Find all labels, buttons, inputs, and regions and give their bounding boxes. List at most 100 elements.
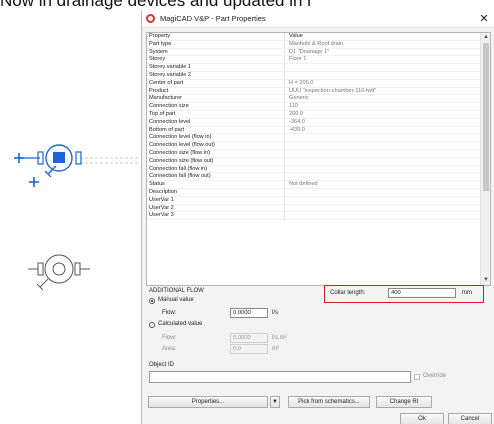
property-name: Storey variable 2 [147,71,285,79]
property-row[interactable]: Storey Floor 1 [147,56,482,65]
property-row[interactable]: UserVar 2 [147,204,482,213]
property-name: Center of part [147,79,285,87]
property-value[interactable]: Manhole & Roof drain [285,41,482,48]
property-row[interactable]: Connection size (flow out) [147,157,482,166]
property-value[interactable]: -364.0 [285,119,482,126]
property-name: Bottom of part [147,126,285,134]
property-value[interactable] [285,212,482,219]
property-row[interactable]: Connection size (flow in) [147,149,482,158]
property-value[interactable]: Generic [285,95,482,102]
property-row[interactable]: Description [147,188,482,197]
property-value[interactable] [285,64,482,71]
close-icon[interactable]: ✕ [478,12,490,25]
property-row[interactable]: System D1 "Drainage 1" [147,48,482,57]
dialog-titlebar[interactable]: MagiCAD V&P - Part Properties ✕ [142,10,494,28]
properties-button[interactable]: Properties... [148,396,268,408]
scroll-down-icon[interactable]: ▼ [481,276,490,285]
property-value[interactable]: D1 "Drainage 1" [285,49,482,56]
property-row[interactable]: Connection level (flow out) [147,142,482,150]
selected-drainage-symbol[interactable] [14,144,140,187]
manual-flow-label: Flow: [162,310,177,316]
change-ri-button[interactable]: Change RI [376,396,432,408]
property-value[interactable] [285,205,482,212]
property-value[interactable]: H = 200.0 [285,80,482,87]
cancel-button[interactable]: Cancel [448,413,492,424]
property-row[interactable]: Status Not defined [147,181,482,189]
value-column-header: Value [289,33,303,39]
property-name: Status [147,181,285,188]
manual-value-radio[interactable] [149,298,155,304]
property-name: Connection size (flow out) [147,157,285,165]
property-value[interactable]: -439.0 [285,127,482,134]
property-row[interactable]: Product UUU "inspection-chamber-110-lwlt" [147,87,482,96]
property-value[interactable] [285,173,482,180]
property-value[interactable] [285,197,482,204]
scrollbar-thumb[interactable] [483,43,489,191]
property-table-header: Property Value [147,33,482,41]
calc-flow-unit: l/s,m² [272,335,287,341]
property-name: Connection level [147,118,285,126]
override-label: Override [423,373,447,379]
property-value[interactable] [285,142,482,149]
property-name: UserVar 1 [147,196,285,204]
property-row[interactable]: Connection fall (flow in) [147,165,482,174]
property-value[interactable] [285,166,482,173]
pick-from-schematics-button[interactable]: Pick from schematics... [288,396,370,408]
properties-dropdown-icon[interactable]: ▼ [270,396,280,408]
property-row[interactable]: Part type Manhole & Roof drain [147,40,482,49]
scroll-up-icon[interactable]: ▲ [481,33,490,42]
property-name: Storey [147,56,285,64]
property-name: UserVar 3 [147,212,285,220]
property-name: Connection size [147,103,285,110]
area-unit: m² [272,346,279,352]
property-name: Connection fall (flow out) [147,173,285,181]
property-name: Connection fall (flow in) [147,165,285,173]
additional-flow-title: ADDITIONAL FLOW [149,288,204,294]
property-row[interactable]: Top of part 200.0 [147,110,482,119]
area-input[interactable]: 0.0 [230,344,268,354]
property-table[interactable]: Property Value Part type Manhole & Roof d… [146,32,491,286]
object-id-label: Object ID [149,362,175,368]
calc-flow-label: Flow: [162,335,177,341]
drawing-canvas[interactable] [0,0,142,424]
property-row[interactable]: Connection level (flow in) [147,134,482,143]
property-name: Top of part [147,110,285,118]
collar-length-input[interactable]: 400 [388,288,456,298]
calc-flow-input[interactable]: 0.0000 [230,333,268,343]
property-row[interactable]: Manufacturer Generic [147,95,482,104]
property-row[interactable]: Storey variable 1 [147,64,482,72]
property-name: Storey variable 1 [147,64,285,71]
property-value[interactable] [285,134,482,141]
manual-flow-unit: l/s [272,310,278,316]
property-row[interactable]: Connection size 110 [147,103,482,111]
ok-button[interactable]: Ok [400,413,444,424]
drainage-symbol[interactable] [28,254,90,291]
property-value[interactable] [285,189,482,196]
object-id-input[interactable] [149,371,411,383]
property-table-scrollbar[interactable]: ▲ ▼ [480,33,490,285]
property-value[interactable] [285,150,482,157]
property-value[interactable]: 200.0 [285,111,482,118]
property-row[interactable]: Storey variable 2 [147,71,482,80]
property-value[interactable]: 110 [285,103,482,110]
property-value[interactable] [285,158,482,165]
property-grid: Property Value Part type Manhole & Roof d… [147,33,482,221]
property-value[interactable]: UUU "inspection-chamber-110-lwlt" [285,88,482,95]
property-value[interactable]: Floor 1 [285,56,482,63]
override-checkbox[interactable] [414,374,420,380]
collar-length-label: Collar length: [330,290,366,296]
calculated-value-radio[interactable] [149,322,155,328]
property-row[interactable]: Connection level -364.0 [147,118,482,127]
property-name: Connection size (flow in) [147,149,285,157]
property-row[interactable]: UserVar 3 [147,212,482,221]
property-value[interactable] [285,72,482,79]
property-name: UserVar 2 [147,204,285,212]
property-row[interactable]: UserVar 1 [147,196,482,205]
property-value[interactable]: Not defined [285,181,482,188]
property-name: System [147,48,285,56]
manual-flow-input[interactable]: 0.0000 [230,308,268,318]
property-row[interactable]: Bottom of part -439.0 [147,126,482,135]
calculated-value-label: Calculated value [158,321,203,327]
property-row[interactable]: Connection fall (flow out) [147,173,482,182]
property-row[interactable]: Center of part H = 200.0 [147,79,482,88]
